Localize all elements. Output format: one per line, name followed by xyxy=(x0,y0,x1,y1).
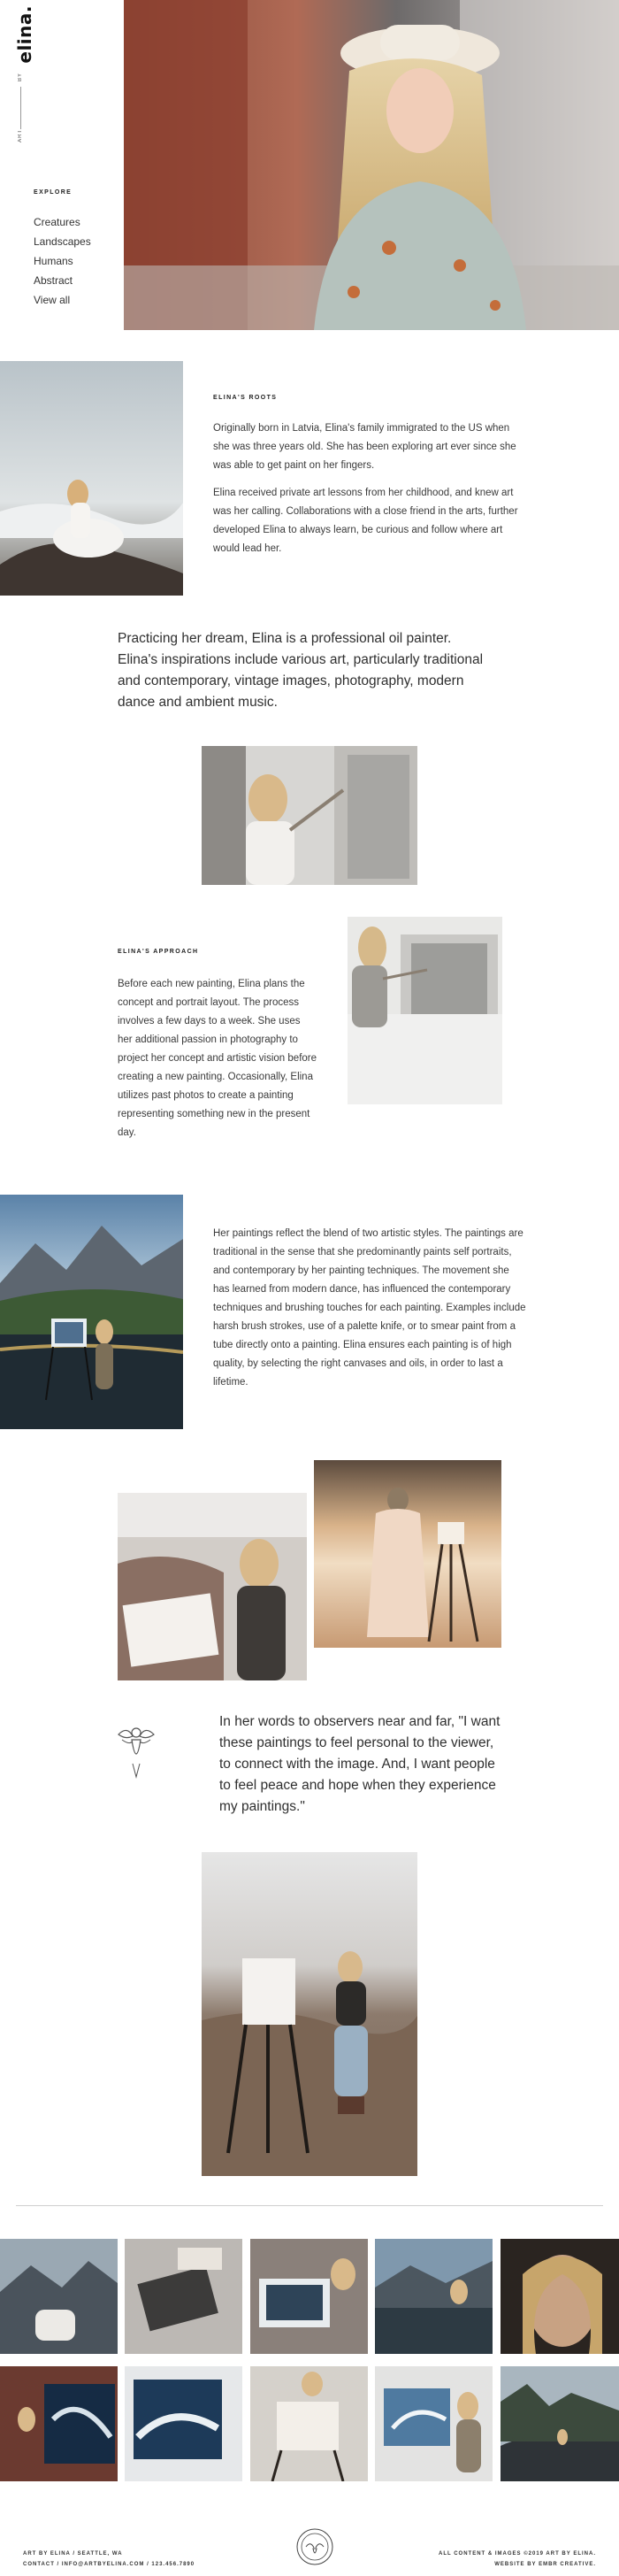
footer-contact-info[interactable]: CONTACT / INFO@ARTBYELINA.COM / 123.456.… xyxy=(23,2559,195,2570)
bird-emblem-icon xyxy=(117,1715,156,1786)
gallery-item[interactable] xyxy=(0,2239,118,2354)
footer-location: ART BY ELINA / SEATTLE, WA xyxy=(23,2551,123,2557)
sidebar-nav: Creatures Landscapes Humans Abstract Vie… xyxy=(34,212,91,310)
roots-paragraph-1: Originally born in Latvia, Elina's famil… xyxy=(213,423,516,471)
gallery-item[interactable] xyxy=(501,2239,619,2354)
footer-credits: ALL CONTENT & IMAGES ©2019 ART BY ELINA.… xyxy=(439,2549,596,2570)
sidebar-item-humans[interactable]: Humans xyxy=(34,251,91,271)
styles-text: Her paintings reflect the blend of two a… xyxy=(213,1228,526,1388)
seal-icon[interactable] xyxy=(295,2527,334,2566)
gallery-item[interactable] xyxy=(125,2239,242,2354)
roots-paragraph-2: Elina received private art lessons from … xyxy=(213,488,518,554)
painting-easel-photo xyxy=(202,746,417,885)
explore-heading: EXPLORE xyxy=(34,189,73,196)
gallery-grid xyxy=(0,2239,619,2481)
gallery-item[interactable] xyxy=(125,2366,242,2481)
hero-photo xyxy=(124,0,619,330)
lead-statement: Practicing her dream, Elina is a profess… xyxy=(118,631,484,710)
gallery-item[interactable] xyxy=(0,2366,118,2481)
gallery-item[interactable] xyxy=(501,2366,619,2481)
palette-photo xyxy=(118,1493,307,1680)
quote-text: In her words to observers near and far, … xyxy=(219,1714,501,1814)
brand-art: ART xyxy=(18,129,23,142)
approach-photo xyxy=(348,917,502,1104)
approach-heading: ELINA'S APPROACH xyxy=(118,949,199,955)
approach-text: Before each new painting, Elina plans th… xyxy=(118,979,317,1138)
roots-text: Originally born in Latvia, Elina's famil… xyxy=(213,419,528,567)
gallery-item[interactable] xyxy=(375,2239,493,2354)
brand-name: elina. xyxy=(14,5,35,64)
gallery-item[interactable] xyxy=(375,2366,493,2481)
section-divider xyxy=(16,2205,603,2206)
gallery-item[interactable] xyxy=(250,2239,368,2354)
field-easel-photo xyxy=(202,1852,417,2176)
lake-painting-photo xyxy=(0,1195,183,1429)
footer-website-credit[interactable]: WEBSITE BY EMBR CREATIVE. xyxy=(439,2559,596,2570)
roots-heading: ELINA'S ROOTS xyxy=(213,395,278,401)
footer-contact: ART BY ELINA / SEATTLE, WA CONTACT / INF… xyxy=(23,2549,195,2570)
gallery-item[interactable] xyxy=(250,2366,368,2481)
sidebar-item-view-all[interactable]: View all xyxy=(34,290,91,310)
roots-photo xyxy=(0,361,183,596)
brand-by: BY xyxy=(18,73,23,82)
brand-logo[interactable]: elina. BY ART xyxy=(12,5,41,142)
sidebar-item-creatures[interactable]: Creatures xyxy=(34,212,91,232)
sunset-easel-photo xyxy=(314,1460,501,1648)
brand-divider xyxy=(20,87,21,129)
sidebar-item-landscapes[interactable]: Landscapes xyxy=(34,232,91,251)
sidebar-item-abstract[interactable]: Abstract xyxy=(34,271,91,290)
footer-copyright: ALL CONTENT & IMAGES ©2019 ART BY ELINA. xyxy=(439,2551,596,2557)
